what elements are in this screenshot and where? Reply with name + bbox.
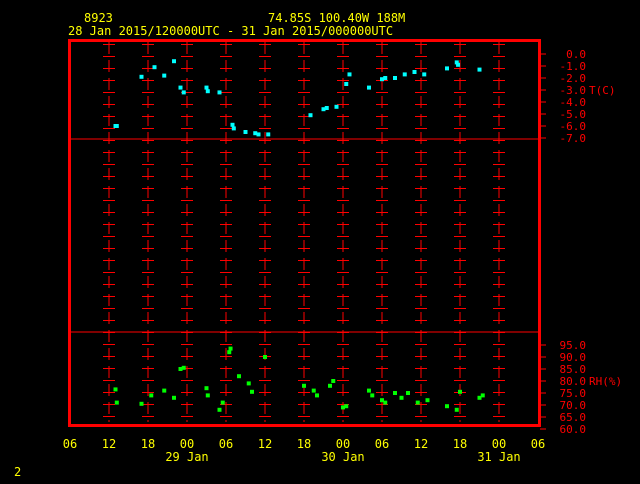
humidity-point (458, 389, 462, 394)
humidity-point (220, 400, 225, 405)
humidity-point (149, 393, 154, 398)
humidity-point (425, 398, 430, 403)
humidity-point (181, 365, 186, 370)
humidity-point (113, 387, 118, 392)
humidity-point (250, 389, 254, 394)
x-tick-label: 18 (453, 437, 467, 451)
temperature-point (347, 72, 352, 77)
humidity-point (139, 401, 144, 406)
humidity-point (228, 346, 233, 351)
temperature-point (266, 132, 271, 137)
temperature-point (367, 85, 371, 90)
temperature-point (383, 76, 388, 80)
humidity-point (246, 381, 251, 386)
humidity-point (172, 395, 176, 400)
temperature-point (204, 85, 209, 90)
temperature-point (114, 124, 119, 128)
x-day-label: 31 Jan (477, 450, 520, 464)
station-id: 8923 (84, 11, 113, 25)
temperature-point (230, 122, 235, 127)
humidity-point (263, 355, 267, 359)
humidity-point (311, 388, 316, 393)
temperature-point (181, 90, 186, 95)
humidity-point (367, 388, 371, 393)
humidity-point (204, 386, 209, 391)
humidity-point (415, 400, 420, 405)
x-tick-label: 06 (375, 437, 389, 451)
humidity-point (302, 383, 306, 388)
temperature-point (172, 59, 176, 64)
temperature-point (256, 132, 261, 137)
humidity-point (205, 393, 210, 398)
humidity-point (162, 388, 167, 393)
y-axis-title: T(C) (589, 84, 616, 97)
humidity-point (217, 407, 222, 412)
humidity-point (315, 393, 319, 398)
x-tick-label: 12 (102, 437, 116, 451)
humidity-point (445, 404, 449, 409)
humidity-point (480, 393, 485, 398)
temperature-point (205, 89, 210, 94)
y-tick-label: 60.0 (560, 423, 587, 436)
temperature-point (231, 126, 236, 131)
x-tick-label: 12 (258, 437, 272, 451)
temperature-point (162, 73, 167, 78)
temperature-point (217, 90, 222, 95)
humidity-point (237, 374, 241, 379)
x-tick-label: 00 (180, 437, 194, 451)
temperature-point (308, 113, 313, 118)
humidity-point (328, 383, 332, 388)
humidity-point (227, 350, 232, 355)
x-tick-label: 06 (531, 437, 545, 451)
humidity-point (331, 379, 336, 383)
x-tick-label: 06 (63, 437, 77, 451)
temperature-point (178, 85, 183, 90)
temperature-point (152, 65, 157, 70)
humidity-point (406, 391, 410, 395)
marks-layer (113, 59, 485, 412)
temperature-point (243, 130, 248, 134)
temperature-point (393, 76, 397, 80)
temperature-point (139, 74, 144, 79)
temperature-point (344, 82, 349, 86)
temperature-point (412, 70, 417, 74)
page-number: 2 (14, 465, 21, 479)
humidity-point (393, 391, 397, 395)
x-tick-label: 06 (219, 437, 233, 451)
station-location: 74.85S 100.40W 188M (268, 11, 405, 25)
x-tick-label: 12 (414, 437, 428, 451)
meteogram-svg: 8923 74.85S 100.40W 188M 28 Jan 2015/120… (14, 11, 622, 479)
humidity-point (399, 395, 404, 400)
temperature-point (324, 106, 329, 110)
grid-layer (103, 42, 505, 422)
temperature-point (422, 72, 427, 77)
y-tick-label: -7.0 (560, 132, 587, 145)
temperature-point (477, 67, 482, 72)
temperature-point (334, 104, 339, 109)
x-tick-label: 00 (336, 437, 350, 451)
time-range: 28 Jan 2015/120000UTC - 31 Jan 2015/0000… (68, 24, 393, 38)
y-axis-title: RH(%) (589, 375, 622, 388)
x-tick-label: 18 (297, 437, 311, 451)
temperature-point (445, 66, 449, 71)
humidity-point (344, 404, 349, 409)
x-day-label: 30 Jan (321, 450, 364, 464)
x-tick-label: 18 (141, 437, 155, 451)
humidity-point (114, 400, 119, 405)
x-tick-label: 00 (492, 437, 506, 451)
meteogram-chart: 8923 74.85S 100.40W 188M 28 Jan 2015/120… (0, 0, 640, 480)
temperature-point (402, 72, 407, 77)
x-day-label: 29 Jan (165, 450, 208, 464)
temperature-point (456, 62, 461, 67)
humidity-point (454, 407, 459, 412)
humidity-point (370, 393, 375, 398)
humidity-point (383, 400, 388, 405)
